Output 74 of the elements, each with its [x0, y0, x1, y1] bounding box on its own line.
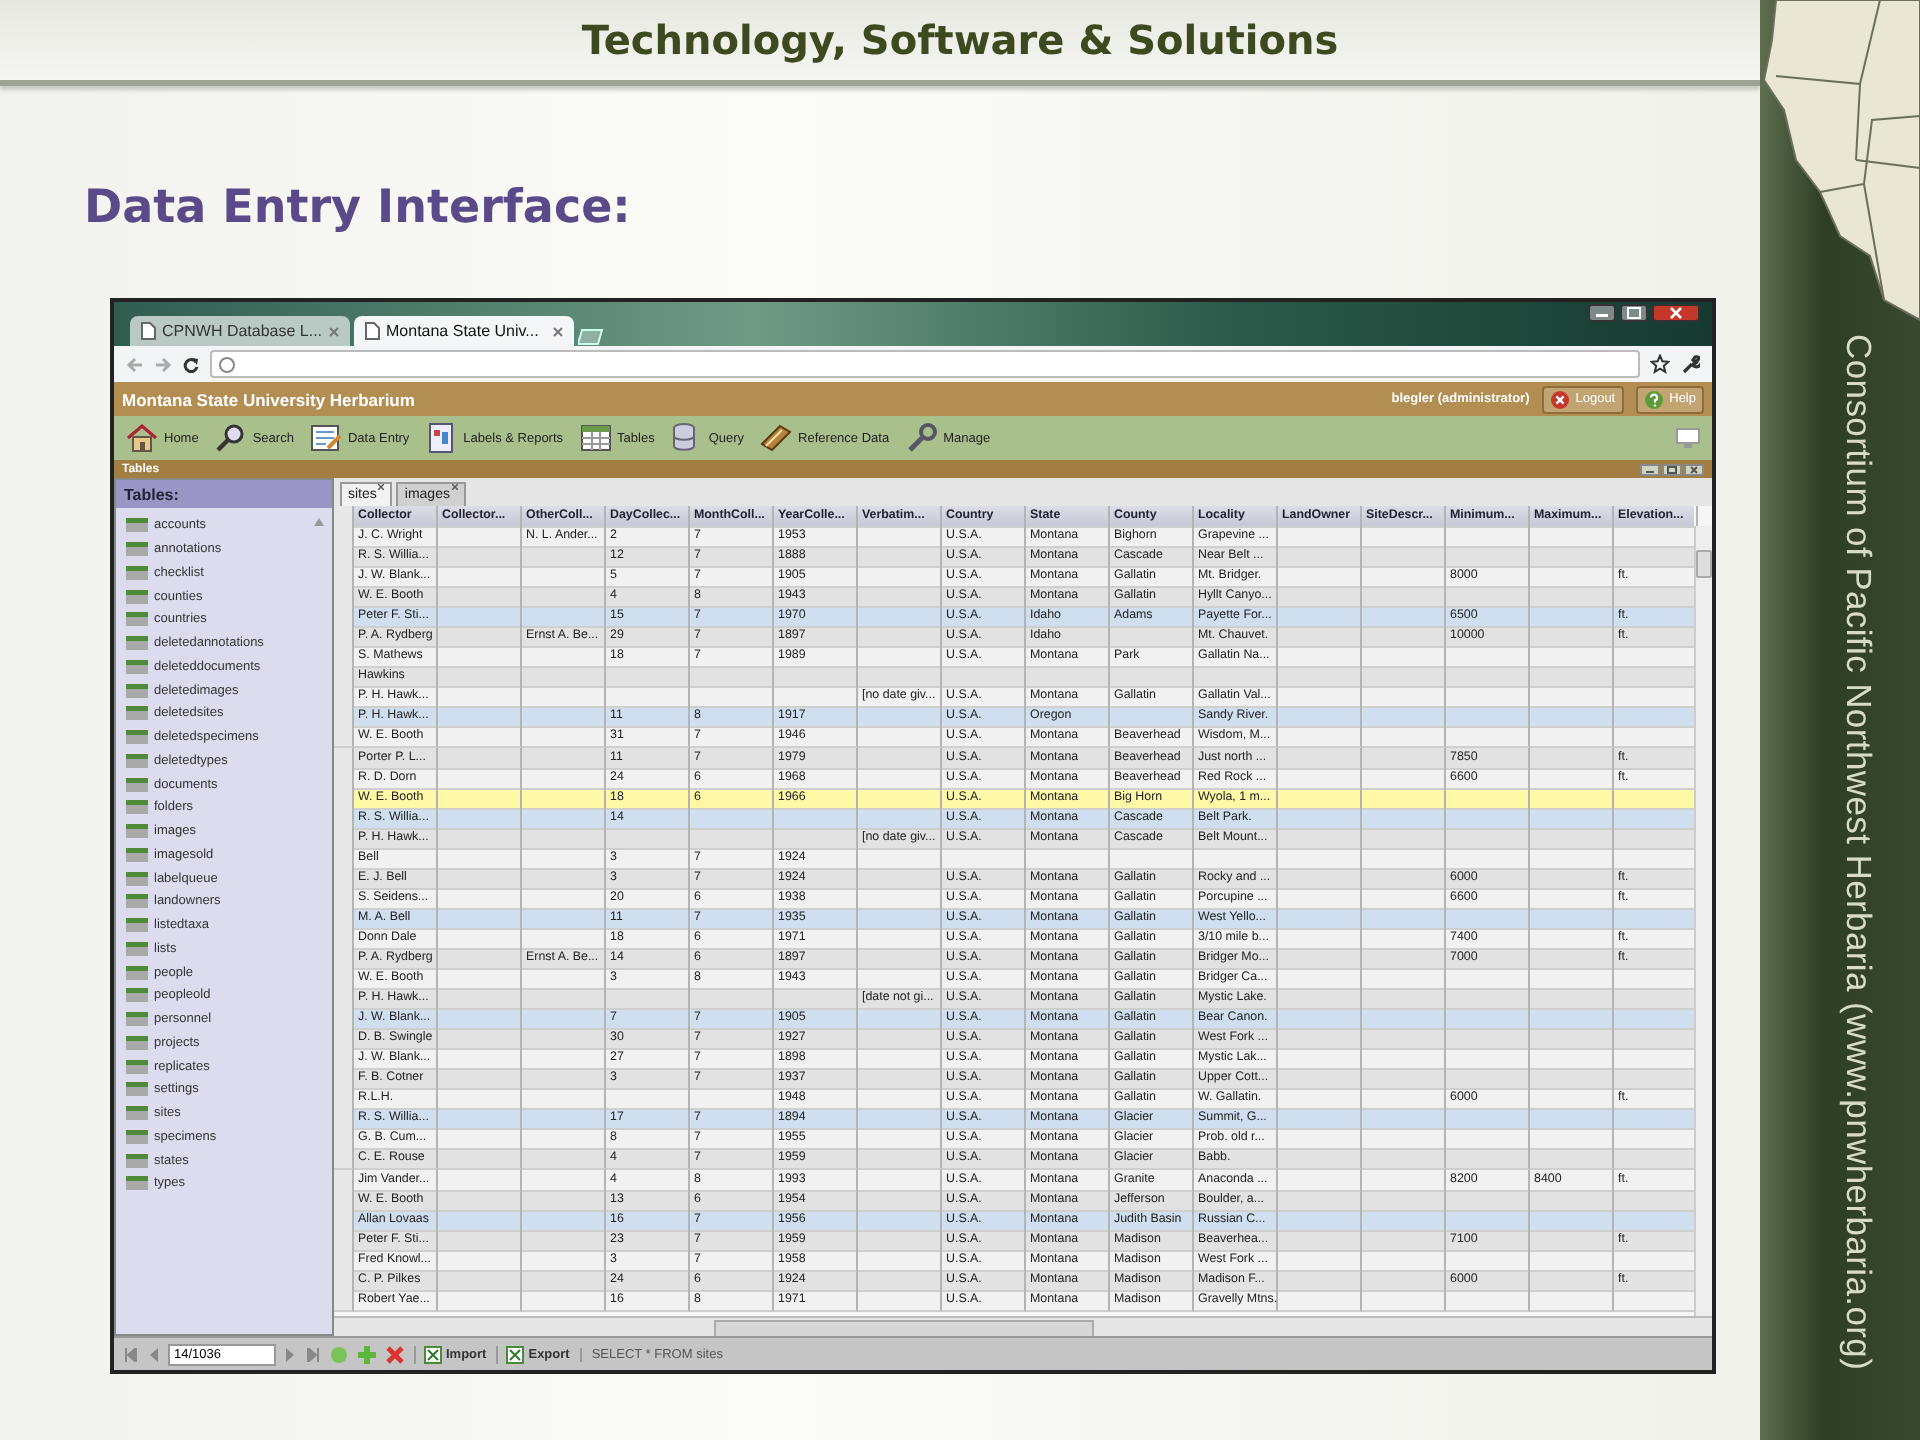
- table-icon: [126, 706, 148, 721]
- address-field[interactable]: [210, 350, 1640, 378]
- minimize-icon[interactable]: [1588, 304, 1616, 322]
- form-icon: [309, 422, 342, 454]
- table-icon: [126, 894, 148, 909]
- next-icon[interactable]: [286, 1347, 296, 1361]
- home-icon: [126, 422, 158, 454]
- scroll-up-icon[interactable]: [314, 518, 324, 526]
- table-icon: [126, 871, 148, 886]
- sidebar-title: Tables:: [116, 480, 332, 508]
- book-icon: [760, 422, 793, 454]
- globe-icon: [218, 355, 236, 373]
- star-icon[interactable]: [1650, 354, 1670, 374]
- table-icon: [126, 612, 148, 627]
- row-selector[interactable]: [334, 747, 354, 770]
- page-icon: [364, 322, 380, 340]
- slide-title: Technology, Software & Solutions: [581, 16, 1339, 64]
- table-icon: [126, 800, 148, 815]
- table-icon: [126, 565, 148, 580]
- delete-icon[interactable]: [386, 1345, 404, 1363]
- previous-icon[interactable]: [148, 1347, 158, 1361]
- table-icon: [126, 777, 148, 792]
- app-title: Montana State University Herbarium: [122, 389, 417, 409]
- add-icon[interactable]: [358, 1345, 376, 1363]
- new-tab-icon[interactable]: [578, 328, 606, 346]
- table-icon: [126, 1176, 148, 1191]
- table-icon: [126, 753, 148, 768]
- back-icon[interactable]: [126, 355, 144, 373]
- first-page-icon[interactable]: [124, 1347, 138, 1361]
- table-icon: [126, 1059, 148, 1074]
- table-icon: [126, 1012, 148, 1027]
- spreadsheet-icon: [424, 1345, 442, 1363]
- close-icon: [1549, 389, 1570, 409]
- side-caption: Consortium of Pacific Northwest Herbaria (www.pnwherbaria.org): [1837, 334, 1879, 1371]
- row-selector[interactable]: [334, 726, 354, 749]
- table-icon: [126, 542, 148, 557]
- search-icon: [214, 422, 247, 454]
- table-icon: [126, 918, 148, 933]
- browser-tab[interactable]: CPNWH Database L...: [130, 316, 350, 346]
- close-icon[interactable]: [378, 484, 385, 490]
- monitor-icon[interactable]: [1676, 428, 1700, 448]
- table-icon: [126, 988, 148, 1003]
- report-icon: [425, 422, 458, 454]
- close-icon[interactable]: [1652, 304, 1700, 322]
- table-icon: [126, 518, 148, 533]
- table-icon: [126, 1129, 148, 1144]
- table-icon: [126, 941, 148, 956]
- table-icon: [126, 847, 148, 862]
- table-icon: [126, 965, 148, 980]
- table-icon: [126, 824, 148, 839]
- row-selector[interactable]: [334, 1169, 354, 1191]
- row-selector[interactable]: [334, 1148, 354, 1171]
- table-icon: [126, 659, 148, 674]
- section-heading: Data Entry Interface:: [84, 180, 633, 236]
- table-icon: [126, 1106, 148, 1121]
- table-icon: [126, 589, 148, 604]
- table-icon: [579, 422, 612, 454]
- refresh-icon[interactable]: [330, 1345, 348, 1363]
- row-selector[interactable]: [334, 1289, 354, 1312]
- table-icon: [126, 730, 148, 745]
- maximize-icon[interactable]: [1620, 304, 1648, 322]
- table-icon: [126, 636, 148, 651]
- forward-icon[interactable]: [154, 355, 172, 373]
- table-icon: [126, 1082, 148, 1097]
- spreadsheet-icon: [506, 1345, 525, 1363]
- last-page-icon[interactable]: [306, 1347, 320, 1361]
- help-icon: [1643, 389, 1664, 409]
- page-icon: [140, 322, 156, 340]
- table-icon: [126, 1153, 148, 1168]
- table-icon: [126, 1035, 148, 1050]
- browser-tab[interactable]: Montana State Univ...: [354, 316, 574, 346]
- scrollbar-thumb[interactable]: [1696, 550, 1712, 578]
- table-icon: [126, 683, 148, 698]
- reload-icon[interactable]: [182, 355, 200, 373]
